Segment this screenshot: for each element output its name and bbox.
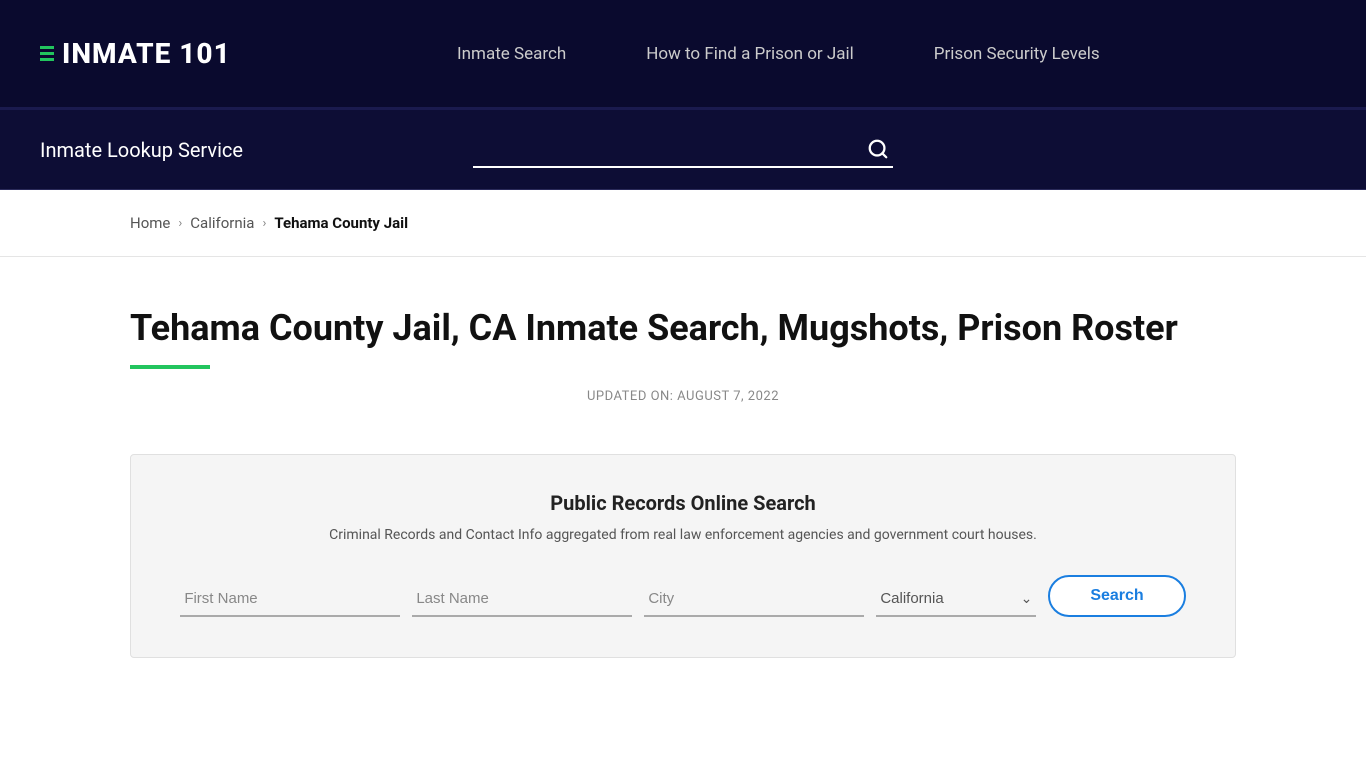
nav-links: Inmate Search How to Find a Prison or Ja… xyxy=(457,44,1100,64)
search-form-row: AlabamaAlaskaArizonaArkansasCaliforniaCo… xyxy=(171,575,1195,617)
city-field xyxy=(644,582,864,617)
breadcrumb-current: Tehama County Jail xyxy=(274,214,408,232)
search-box: Public Records Online Search Criminal Re… xyxy=(130,454,1236,658)
state-select[interactable]: AlabamaAlaskaArizonaArkansasCaliforniaCo… xyxy=(876,582,1036,615)
search-submit-button[interactable] xyxy=(863,134,893,164)
top-navigation: INMATE 101 Inmate Search How to Find a P… xyxy=(0,0,1366,110)
first-name-input[interactable] xyxy=(180,582,400,617)
nav-security-levels[interactable]: Prison Security Levels xyxy=(934,44,1100,64)
search-box-subtitle: Criminal Records and Contact Info aggreg… xyxy=(171,527,1195,543)
updated-text: UPDATED ON: AUGUST 7, 2022 xyxy=(130,389,1236,404)
last-name-field xyxy=(412,582,632,617)
breadcrumb: Home › California › Tehama County Jail xyxy=(0,190,1366,257)
main-content: Tehama County Jail, CA Inmate Search, Mu… xyxy=(0,257,1366,708)
breadcrumb-separator-1: › xyxy=(178,216,182,231)
breadcrumb-home[interactable]: Home xyxy=(130,214,170,232)
search-icon xyxy=(867,138,889,160)
state-field: AlabamaAlaskaArizonaArkansasCaliforniaCo… xyxy=(876,582,1036,617)
city-input[interactable] xyxy=(644,582,864,617)
search-bar-title: Inmate Lookup Service xyxy=(40,138,243,162)
logo-text: INMATE 101 xyxy=(62,37,231,70)
search-input[interactable] xyxy=(473,132,863,166)
search-bar-section: Inmate Lookup Service xyxy=(0,110,1366,190)
last-name-input[interactable] xyxy=(412,582,632,617)
title-underline xyxy=(130,365,210,369)
state-select-wrapper: AlabamaAlaskaArizonaArkansasCaliforniaCo… xyxy=(876,582,1036,617)
breadcrumb-separator-2: › xyxy=(262,216,266,231)
search-button[interactable]: Search xyxy=(1048,575,1185,617)
search-input-wrapper xyxy=(473,132,893,168)
nav-inmate-search[interactable]: Inmate Search xyxy=(457,44,566,64)
nav-how-to-find[interactable]: How to Find a Prison or Jail xyxy=(646,44,854,64)
breadcrumb-state[interactable]: California xyxy=(190,214,254,232)
page-title: Tehama County Jail, CA Inmate Search, Mu… xyxy=(130,307,1236,349)
logo-bars-icon xyxy=(40,46,54,61)
first-name-field xyxy=(180,582,400,617)
search-box-title: Public Records Online Search xyxy=(171,491,1195,515)
logo[interactable]: INMATE 101 xyxy=(40,37,231,70)
